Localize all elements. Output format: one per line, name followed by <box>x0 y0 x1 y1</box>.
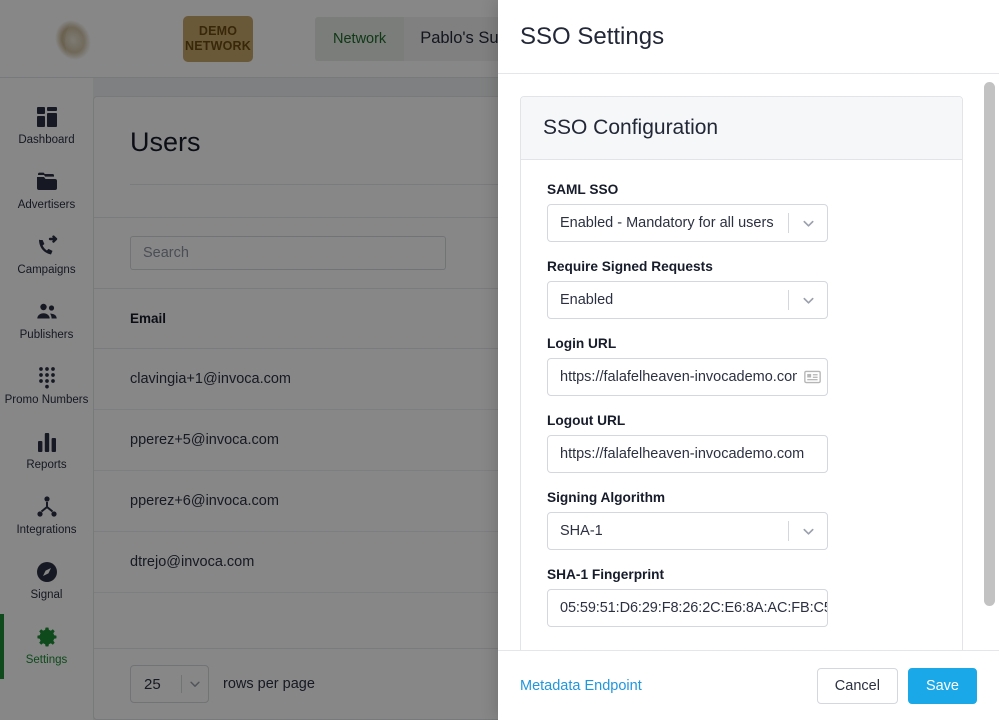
field-label: Login URL <box>547 336 936 351</box>
sso-configuration-card: SSO Configuration SAML SSO Enabled - Man… <box>520 96 963 650</box>
field-label: SAML SSO <box>547 182 936 197</box>
panel-body: SSO Configuration SAML SSO Enabled - Man… <box>498 74 999 650</box>
panel-footer: Metadata Endpoint Cancel Save <box>498 650 999 720</box>
saml-sso-select[interactable]: Enabled - Mandatory for all users <box>547 204 828 242</box>
field-logout-url: Logout URL https://falafelheaven-invocad… <box>547 413 936 473</box>
panel-scrollbar[interactable] <box>984 82 995 650</box>
sha1-fingerprint-value: 05:59:51:D6:29:F8:26:2C:E6:8A:AC:FB:C5 <box>548 600 827 616</box>
sso-settings-panel: SSO Settings SSO Configuration SAML SSO … <box>498 0 999 720</box>
sha1-fingerprint-input[interactable]: 05:59:51:D6:29:F8:26:2C:E6:8A:AC:FB:C5 <box>547 589 828 627</box>
logout-url-value: https://falafelheaven-invocademo.com <box>548 446 827 462</box>
metadata-endpoint-link[interactable]: Metadata Endpoint <box>520 678 642 694</box>
field-signing-algorithm: Signing Algorithm SHA-1 <box>547 490 936 550</box>
saml-sso-value: Enabled - Mandatory for all users <box>548 215 788 231</box>
sso-configuration-card-body: SAML SSO Enabled - Mandatory for all use… <box>521 160 962 650</box>
panel-scroll-area: SSO Configuration SAML SSO Enabled - Man… <box>520 96 977 650</box>
credential-card-icon[interactable] <box>797 370 827 384</box>
sso-configuration-card-title: SSO Configuration <box>521 97 962 160</box>
field-label: Require Signed Requests <box>547 259 936 274</box>
field-saml-sso: SAML SSO Enabled - Mandatory for all use… <box>547 182 936 242</box>
panel-title: SSO Settings <box>520 23 664 51</box>
panel-scrollbar-thumb[interactable] <box>984 82 995 606</box>
cancel-button[interactable]: Cancel <box>817 668 898 704</box>
field-login-url: Login URL https://falafelheaven-invocade… <box>547 336 936 396</box>
field-label: SHA-1 Fingerprint <box>547 567 936 582</box>
signing-algorithm-select[interactable]: SHA-1 <box>547 512 828 550</box>
chevron-down-icon <box>789 524 827 539</box>
field-sha1-fingerprint: SHA-1 Fingerprint 05:59:51:D6:29:F8:26:2… <box>547 567 936 627</box>
chevron-down-icon <box>789 216 827 231</box>
login-url-value: https://falafelheaven-invocademo.com <box>548 369 797 385</box>
field-label: Signing Algorithm <box>547 490 936 505</box>
chevron-down-icon <box>789 293 827 308</box>
save-button[interactable]: Save <box>908 668 977 704</box>
require-signed-requests-value: Enabled <box>548 292 788 308</box>
panel-header: SSO Settings <box>498 0 999 74</box>
signing-algorithm-value: SHA-1 <box>548 523 788 539</box>
require-signed-requests-select[interactable]: Enabled <box>547 281 828 319</box>
field-require-signed-requests: Require Signed Requests Enabled <box>547 259 936 319</box>
login-url-input[interactable]: https://falafelheaven-invocademo.com <box>547 358 828 396</box>
logout-url-input[interactable]: https://falafelheaven-invocademo.com <box>547 435 828 473</box>
field-label: Logout URL <box>547 413 936 428</box>
